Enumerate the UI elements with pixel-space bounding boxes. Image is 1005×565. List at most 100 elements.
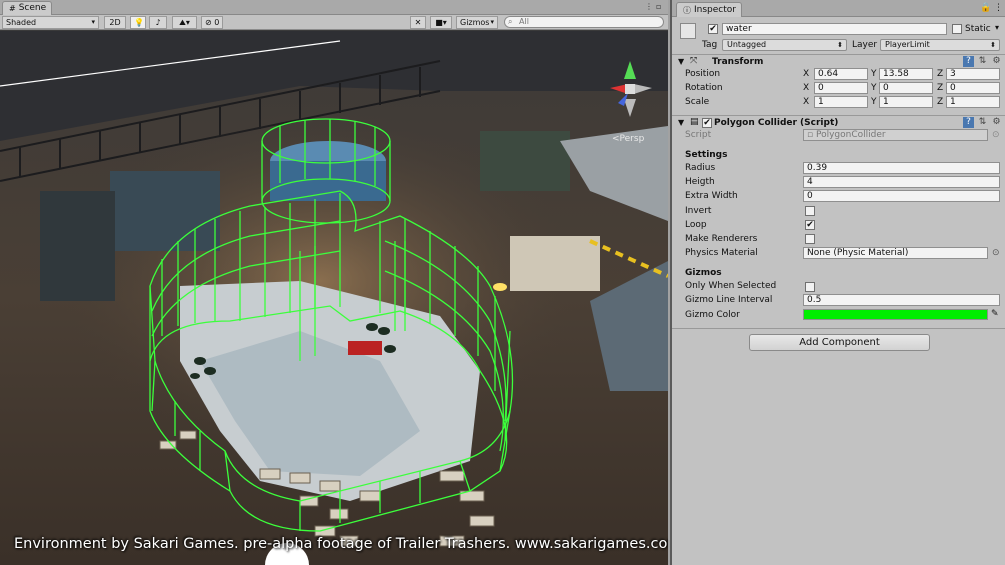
script-icon: ▤ [690, 117, 699, 127]
preset-icon[interactable]: ⇅ [977, 56, 988, 67]
scale-z-field[interactable]: 1 [946, 96, 1000, 108]
preset-icon[interactable]: ⇅ [977, 117, 988, 128]
component-separator [672, 328, 1005, 329]
scene-render [0, 31, 668, 565]
hidden-count: 0 [214, 18, 220, 27]
eyedropper-icon[interactable]: ✎ [991, 309, 999, 319]
chevron-down-icon[interactable]: ▾ [995, 23, 999, 32]
position-x-field[interactable]: 0.64 [814, 68, 868, 80]
static-label: Static [965, 24, 991, 34]
add-component-label: Add Component [799, 337, 880, 348]
object-active-checkbox[interactable]: ✔ [708, 24, 718, 34]
add-component-button[interactable]: Add Component [749, 334, 930, 351]
make-renderers-label: Make Renderers [685, 234, 758, 244]
gear-icon[interactable]: ⚙ [991, 117, 1002, 128]
static-checkbox[interactable] [952, 24, 962, 34]
rotation-y-field[interactable]: 0 [879, 82, 933, 94]
container-blue [110, 171, 220, 251]
toggle-2d-button[interactable]: 2D [104, 16, 126, 29]
gear-icon[interactable]: ⚙ [991, 56, 1002, 67]
effects-dropdown[interactable]: ⛰▾ [172, 16, 197, 29]
script-value: PolygonCollider [815, 130, 886, 140]
tab-inspector[interactable]: ⓘ Inspector [676, 2, 742, 17]
invert-label: Invert [685, 206, 712, 216]
object-name-field[interactable]: water [722, 23, 947, 35]
search-icon: ⌕ [508, 17, 513, 26]
script-field: ▫ PolygonCollider [803, 129, 988, 141]
component-enabled-checkbox[interactable]: ✔ [702, 118, 712, 128]
scale-y-field[interactable]: 1 [879, 96, 933, 108]
shading-mode-dropdown[interactable]: Shaded ▾ [2, 16, 99, 29]
physics-material-field[interactable]: None (Physic Material) [803, 247, 988, 259]
scene-panel: # Scene ⋮ ▫ Shaded ▾ 2D 💡 ♪ ⛰▾ ⊘ 0 ✕ ■▾ [0, 0, 668, 565]
layer-value: PlayerLimit [885, 40, 930, 49]
foldout-arrow-icon: ▼ [678, 118, 685, 127]
make-renderers-checkbox[interactable] [805, 234, 815, 244]
extra-width-field[interactable]: 0 [803, 190, 1000, 202]
scale-z-label: Z [937, 97, 944, 107]
tab-menu-icon[interactable]: ⋮ [994, 3, 1003, 13]
tag-dropdown[interactable]: Untagged ⬍ [722, 39, 847, 51]
scale-x-field[interactable]: 1 [814, 96, 868, 108]
object-picker-icon[interactable]: ⊙ [992, 248, 1000, 258]
line-interval-label: Gizmo Line Interval [685, 295, 773, 305]
loop-label: Loop [685, 220, 707, 230]
rotation-x-field[interactable]: 0 [814, 82, 868, 94]
radius-field[interactable]: 0.39 [803, 162, 1000, 174]
only-when-selected-label: Only When Selected [685, 281, 777, 291]
eye-slash-icon: ⊘ [205, 18, 212, 27]
height-field[interactable]: 4 [803, 176, 1000, 188]
script-file-icon: ▫ [807, 130, 814, 140]
inspector-panel: ⓘ Inspector 🔒 ⋮ ✔ water Static ▾ Tag Unt… [670, 0, 1005, 565]
settings-header: Settings [685, 150, 728, 160]
gizmo-color-field[interactable] [803, 309, 988, 320]
scale-label: Scale [685, 97, 710, 107]
tab-menu-icon[interactable]: ⋮ [645, 3, 653, 11]
scene-search-input[interactable]: ⌕ All [504, 16, 664, 28]
red-barrel [348, 341, 382, 355]
maximize-icon[interactable]: ▫ [656, 3, 664, 11]
audio-toggle[interactable]: ♪ [149, 16, 167, 29]
transform-header[interactable]: ▼ ⤧ Transform ? ⇅ ⚙ [672, 54, 1005, 69]
scene-tab-icon: # [9, 4, 16, 13]
only-when-selected-checkbox[interactable] [805, 282, 815, 292]
tag-label: Tag [702, 40, 718, 50]
toggle-2d-label: 2D [109, 18, 121, 27]
credits-caption: Environment by Sakari Games. pre-alpha f… [14, 536, 668, 552]
container-left [40, 191, 115, 301]
tag-value: Untagged [727, 40, 767, 49]
extra-width-label: Extra Width [685, 191, 738, 201]
chevron-down-icon: ⬍ [990, 41, 996, 49]
help-icon[interactable]: ? [963, 117, 974, 128]
scene-viewport[interactable]: <Persp Environment by Sakari Games. pre-… [0, 31, 668, 565]
chevron-down-icon: ▾ [490, 18, 494, 26]
loop-checkbox[interactable]: ✔ [805, 220, 815, 230]
position-z-field[interactable]: 3 [946, 68, 1000, 80]
rotation-y-label: Y [871, 83, 877, 93]
tab-scene[interactable]: # Scene [2, 1, 52, 15]
scale-x-label: X [803, 97, 810, 107]
sand-bags [510, 236, 600, 291]
pool-body [270, 161, 386, 201]
physics-material-label: Physics Material [685, 248, 758, 258]
view-projection-label[interactable]: <Persp [612, 134, 644, 144]
layer-dropdown[interactable]: PlayerLimit ⬍ [880, 39, 1000, 51]
invert-checkbox[interactable] [805, 206, 815, 216]
scene-tabbar: # Scene ⋮ ▫ [0, 0, 668, 15]
rotation-z-field[interactable]: 0 [946, 82, 1000, 94]
lighting-toggle[interactable]: 💡 [130, 16, 146, 29]
cube-icon [680, 23, 696, 39]
camera-dropdown[interactable]: ■▾ [430, 16, 452, 29]
height-label: Heigth [685, 177, 715, 187]
lock-icon[interactable]: 🔒 [980, 3, 991, 13]
help-icon[interactable]: ? [963, 56, 974, 67]
gizmos-dropdown[interactable]: Gizmos ▾ [456, 16, 498, 29]
tools-button[interactable]: ✕ [410, 16, 426, 29]
hidden-objects-toggle[interactable]: ⊘ 0 [201, 16, 223, 29]
position-y-field[interactable]: 13.58 [879, 68, 933, 80]
polygon-collider-header[interactable]: ▼ ▤ ✔ Polygon Collider (Script) ? ⇅ ⚙ [672, 115, 1005, 130]
line-interval-field[interactable]: 0.5 [803, 294, 1000, 306]
object-picker-icon[interactable]: ⊙ [992, 130, 1000, 140]
gizmos-header: Gizmos [685, 268, 722, 278]
layer-label: Layer [852, 40, 878, 50]
